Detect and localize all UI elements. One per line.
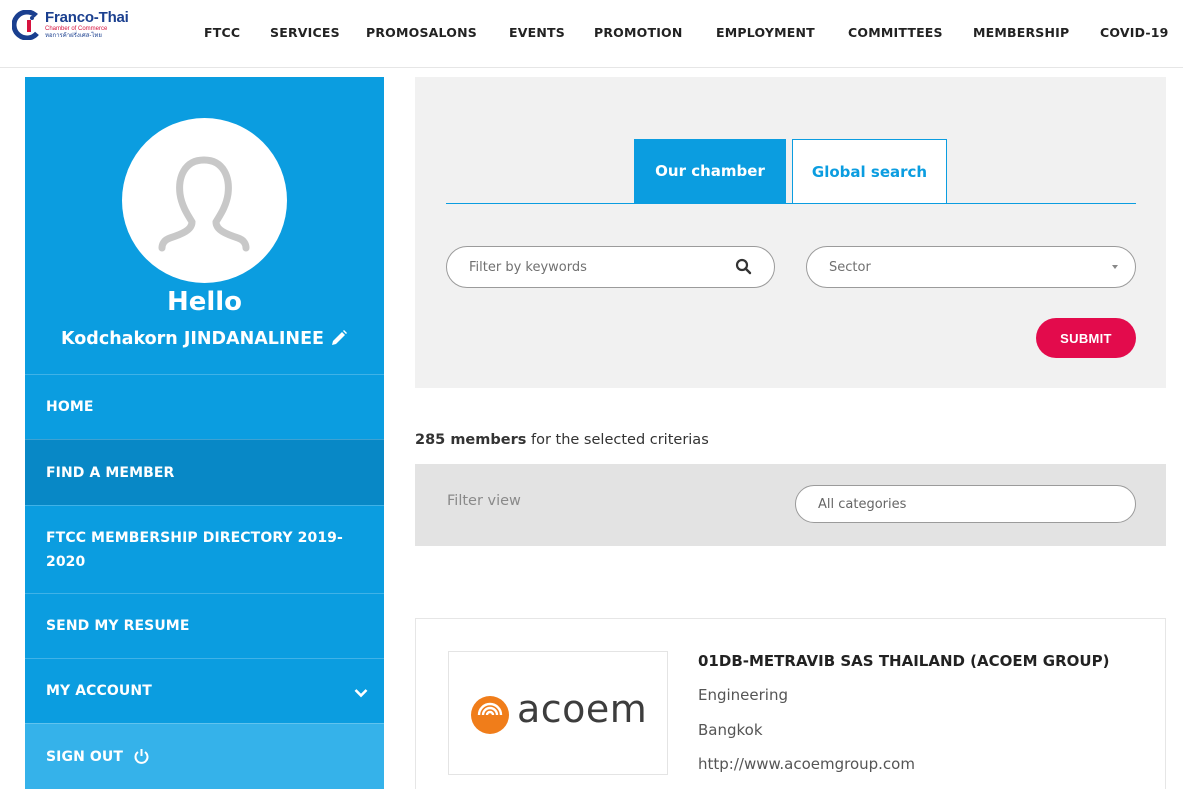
nav-item-membership[interactable]: MEMBERSHIP bbox=[973, 25, 1069, 40]
submit-button[interactable]: SUBMIT bbox=[1036, 318, 1136, 358]
nav-item-promotion[interactable]: PROMOTION bbox=[594, 25, 683, 40]
filter-view-label: Filter view bbox=[447, 493, 521, 509]
sector-select[interactable]: Sector bbox=[806, 246, 1136, 288]
sidebar-item-home[interactable]: HOME bbox=[25, 374, 384, 439]
category-filter-value: All categories bbox=[818, 496, 907, 512]
search-icon[interactable] bbox=[735, 258, 752, 279]
nav-item-ftcc[interactable]: FTCC bbox=[204, 25, 240, 40]
keyword-search-input[interactable]: Filter by keywords bbox=[446, 246, 775, 288]
chevron-down-icon bbox=[354, 686, 368, 702]
sidebar-item-my-account[interactable]: MY ACCOUNT bbox=[25, 658, 384, 723]
user-silhouette-icon bbox=[158, 156, 250, 252]
tab-divider bbox=[446, 203, 1136, 204]
nav-item-covid-19[interactable]: COVID-19 bbox=[1100, 25, 1169, 40]
member-logo-text: acoem bbox=[517, 687, 648, 731]
sidebar-item-label: SIGN OUT bbox=[46, 748, 123, 765]
member-website-link[interactable]: http://www.acoemgroup.com bbox=[698, 755, 915, 773]
tab-global-search[interactable]: Global search bbox=[792, 139, 947, 203]
member-search-panel: Our chamber Global search Filter by keyw… bbox=[415, 77, 1166, 388]
user-name-line: Kodchakorn JINDANALINEE bbox=[25, 329, 384, 349]
keyword-placeholder: Filter by keywords bbox=[469, 259, 587, 275]
avatar bbox=[122, 118, 287, 283]
sidebar-item-membership-directory[interactable]: FTCC MEMBERSHIP DIRECTORY 2019-2020 bbox=[25, 505, 384, 593]
sidebar-item-label: FTCC MEMBERSHIP DIRECTORY 2019-2020 bbox=[46, 529, 343, 570]
results-count: 285 members for the selected criterias bbox=[415, 432, 709, 448]
greeting: Hello bbox=[166, 287, 243, 317]
tab-our-chamber[interactable]: Our chamber bbox=[634, 139, 786, 203]
count-suffix: for the selected criterias bbox=[526, 432, 709, 448]
nav-item-promosalons[interactable]: PROMOSALONS bbox=[366, 25, 477, 40]
chamber-logo-icon bbox=[11, 9, 43, 41]
category-filter-select[interactable]: All categories bbox=[795, 485, 1136, 523]
sidebar-item-send-my-resume[interactable]: SEND MY RESUME bbox=[25, 593, 384, 658]
edit-pencil-icon[interactable] bbox=[324, 329, 348, 349]
sidebar-item-find-a-member[interactable]: FIND A MEMBER bbox=[25, 439, 384, 505]
nav-item-employment[interactable]: EMPLOYMENT bbox=[716, 25, 815, 40]
nav-item-committees[interactable]: COMMITTEES bbox=[848, 25, 943, 40]
nav-item-services[interactable]: SERVICES bbox=[270, 25, 340, 40]
sector-placeholder: Sector bbox=[829, 259, 871, 275]
user-name: Kodchakorn JINDANALINEE bbox=[61, 329, 324, 349]
member-count: 285 members bbox=[415, 432, 527, 448]
member-logo[interactable]: acoem bbox=[448, 651, 668, 775]
brand-name: Franco-Thai bbox=[45, 9, 129, 26]
franco-thai-logo[interactable]: Franco-Thai Chamber of Commerce หอการค้า… bbox=[11, 9, 129, 41]
acoem-swirl-icon bbox=[469, 694, 511, 740]
brand-subtitle: Chamber of Commerce bbox=[45, 26, 108, 32]
member-city: Bangkok bbox=[698, 721, 763, 739]
account-sidebar: Hello Kodchakorn JINDANALINEE HOME FIND … bbox=[25, 77, 384, 789]
sidebar-item-label: MY ACCOUNT bbox=[46, 683, 152, 699]
sidebar-item-label: FIND A MEMBER bbox=[46, 464, 175, 481]
member-sector: Engineering bbox=[698, 686, 788, 704]
sidebar-item-sign-out[interactable]: SIGN OUT bbox=[25, 723, 384, 789]
top-navigation-bar: Franco-Thai Chamber of Commerce หอการค้า… bbox=[0, 0, 1183, 68]
nav-item-events[interactable]: EVENTS bbox=[509, 25, 565, 40]
member-card[interactable]: acoem 01DB-METRAVIB SAS THAILAND (ACOEM … bbox=[415, 618, 1166, 789]
sidebar-item-label: HOME bbox=[46, 399, 94, 415]
member-name[interactable]: 01DB-METRAVIB SAS THAILAND (ACOEM GROUP) bbox=[698, 652, 1109, 670]
dropdown-caret-icon bbox=[1112, 265, 1118, 269]
power-icon bbox=[133, 748, 150, 765]
filter-view-bar: Filter view All categories bbox=[415, 464, 1166, 546]
sidebar-item-label: SEND MY RESUME bbox=[46, 618, 190, 634]
brand-subtitle-thai: หอการค้าฝรั่งเศส-ไทย bbox=[45, 33, 102, 39]
